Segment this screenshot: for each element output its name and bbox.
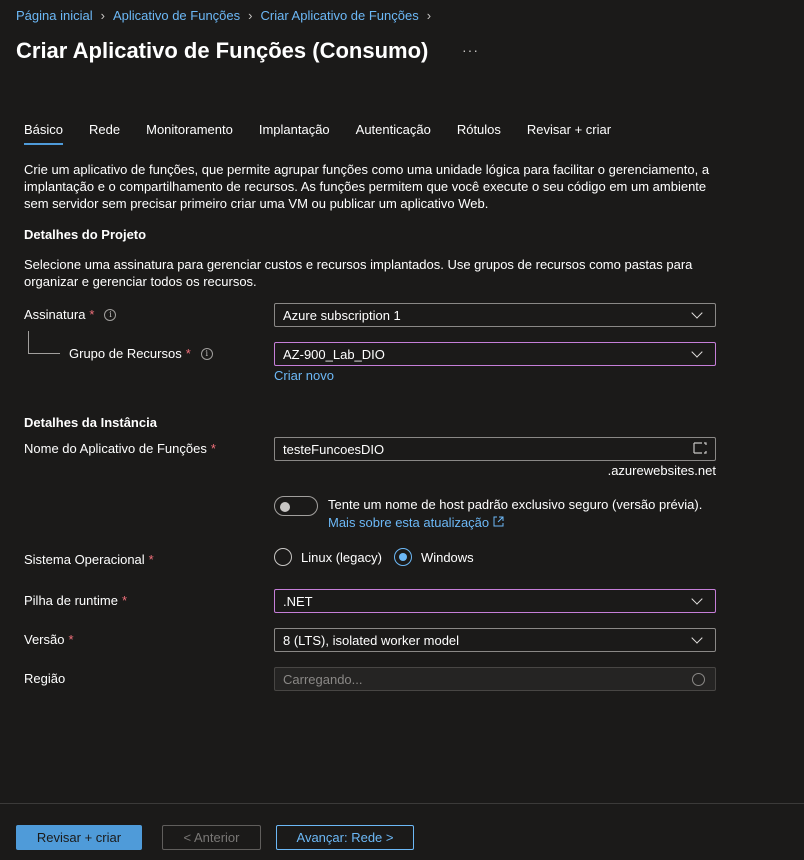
os-radio-windows[interactable] <box>393 548 412 566</box>
tab-basico[interactable]: Básico <box>24 122 64 145</box>
instance-details-heading: Detalhes da Instância <box>24 415 157 430</box>
required-marker: * <box>68 632 74 647</box>
tab-bar: Básico Rede Monitoramento Implantação Au… <box>24 122 637 145</box>
loading-spinner-icon <box>692 672 705 686</box>
runtime-select[interactable]: .NET <box>274 589 716 613</box>
required-marker: * <box>148 552 154 567</box>
tab-implantacao[interactable]: Implantação <box>259 122 330 145</box>
region-label: Região <box>24 671 65 686</box>
required-marker: * <box>121 593 128 608</box>
more-options-icon[interactable]: ··· <box>462 42 479 58</box>
domain-suffix: .azurewebsites.net <box>607 463 716 478</box>
chevron-right-icon: › <box>248 8 253 23</box>
breadcrumb-function-app-link[interactable]: Aplicativo de Funções <box>113 8 240 23</box>
update-info-link-text: Mais sobre esta atualização <box>328 515 490 530</box>
chevron-right-icon: › <box>100 8 105 23</box>
os-option-windows-label: Windows <box>420 549 474 565</box>
runtime-value: .NET <box>283 593 313 609</box>
region-label-text: Região <box>24 671 66 686</box>
version-select[interactable]: 8 (LTS), isolated worker model <box>274 628 716 652</box>
secure-hostname-text: Tente um nome de host padrão exclusivo s… <box>328 497 703 512</box>
subscription-select[interactable]: Azure subscription 1 <box>274 303 716 327</box>
create-new-resource-group-link[interactable]: Criar novo <box>274 368 334 383</box>
function-app-name-label-text: Nome do Aplicativo de Funções <box>24 441 207 456</box>
next-button[interactable]: Avançar: Rede > <box>276 825 414 850</box>
os-label-text: Sistema Operacional <box>24 552 145 567</box>
os-label: Sistema Operacional * <box>24 552 154 567</box>
tab-rede[interactable]: Rede <box>89 122 120 145</box>
tree-connector <box>28 331 29 353</box>
resource-group-label: Grupo de Recursos * i <box>69 346 213 361</box>
runtime-label: Pilha de runtime * <box>24 593 127 608</box>
os-radio-linux[interactable] <box>274 548 292 566</box>
input-options-icon[interactable] <box>693 441 707 458</box>
subscription-value: Azure subscription 1 <box>283 307 401 323</box>
function-app-name-value: testeFuncoesDIO <box>283 441 385 457</box>
chevron-down-icon <box>691 306 703 319</box>
resource-group-select[interactable]: AZ-900_Lab_DIO <box>274 342 716 366</box>
info-icon[interactable]: i <box>200 347 213 360</box>
version-label: Versão * <box>24 632 74 647</box>
chevron-down-icon <box>691 631 703 644</box>
intro-text: Crie um aplicativo de funções, que permi… <box>24 162 710 211</box>
previous-button[interactable]: < Anterior <box>162 825 261 850</box>
chevron-down-icon <box>691 592 703 605</box>
required-marker: * <box>89 307 95 322</box>
secure-hostname-toggle[interactable] <box>274 496 318 516</box>
tab-autenticacao[interactable]: Autenticação <box>356 122 431 145</box>
resource-group-label-text: Grupo de Recursos <box>69 346 182 361</box>
project-description: Selecione uma assinatura para gerenciar … <box>24 257 693 289</box>
chevron-right-icon: › <box>426 8 432 23</box>
os-radio-group: Linux (legacy) Windows <box>274 548 474 566</box>
external-link-icon <box>493 515 504 530</box>
function-app-name-input[interactable]: testeFuncoesDIO <box>274 437 716 461</box>
breadcrumb-create-link[interactable]: Criar Aplicativo de Funções <box>260 8 418 23</box>
page-title: Criar Aplicativo de Funções (Consumo) <box>16 38 429 63</box>
version-label-text: Versão <box>24 632 65 647</box>
update-info-link[interactable]: Mais sobre esta atualização <box>328 515 504 530</box>
version-value: 8 (LTS), isolated worker model <box>283 632 460 648</box>
footer-divider <box>0 803 804 804</box>
review-create-button[interactable]: Revisar + criar <box>16 825 142 850</box>
breadcrumb: Página inicial › Aplicativo de Funções ›… <box>16 8 439 23</box>
region-placeholder: Carregando... <box>283 671 363 687</box>
subscription-label-text: Assinatura <box>24 307 86 322</box>
subscription-label: Assinatura * i <box>24 307 117 322</box>
breadcrumb-home-link[interactable]: Página inicial <box>16 8 93 23</box>
required-marker: * <box>185 346 191 361</box>
runtime-label-text: Pilha de runtime <box>24 593 118 608</box>
chevron-down-icon <box>691 345 703 358</box>
required-marker: * <box>210 441 216 456</box>
tab-monitoramento[interactable]: Monitoramento <box>146 122 233 145</box>
tree-connector <box>28 353 60 354</box>
region-select[interactable]: Carregando... <box>274 667 716 691</box>
function-app-name-label: Nome do Aplicativo de Funções * <box>24 441 216 456</box>
resource-group-value: AZ-900_Lab_DIO <box>283 346 385 362</box>
os-option-linux-label: Linux (legacy) <box>301 549 382 565</box>
project-details-heading: Detalhes do Projeto <box>24 227 147 242</box>
toggle-knob <box>280 502 290 512</box>
info-icon[interactable]: i <box>104 308 117 321</box>
tab-revisar-criar[interactable]: Revisar + criar <box>527 122 611 145</box>
tab-rotulos[interactable]: Rótulos <box>457 122 501 145</box>
